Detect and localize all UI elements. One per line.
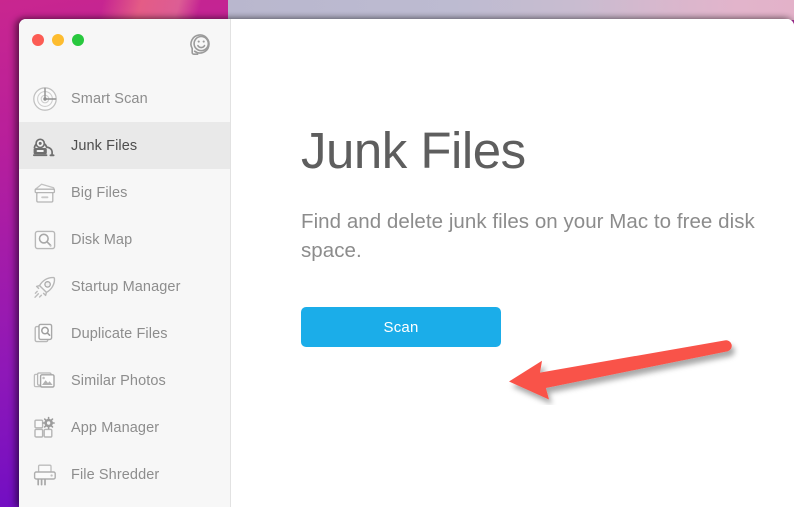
sidebar-item-similar-photos[interactable]: Similar Photos: [19, 357, 230, 404]
sidebar-item-label: Junk Files: [71, 137, 138, 154]
sidebar-item-label: Duplicate Files: [71, 325, 168, 342]
radar-scan-icon: [30, 84, 60, 114]
sidebar-item-big-files[interactable]: Big Files: [19, 169, 230, 216]
disk-magnifier-icon: [30, 225, 60, 255]
photos-stack-icon: [30, 366, 60, 396]
rocket-icon: [30, 272, 60, 302]
sidebar-item-label: Similar Photos: [71, 372, 166, 389]
window-titlebar: [19, 19, 230, 71]
sidebar-item-label: File Shredder: [71, 466, 160, 483]
sidebar-item-junk-files[interactable]: Junk Files: [19, 122, 230, 169]
sidebar-item-label: Smart Scan: [71, 90, 148, 107]
app-window: Smart Scan Junk Files Big Files Disk Map…: [19, 19, 794, 507]
sidebar-item-label: Disk Map: [71, 231, 133, 248]
shredder-icon: [30, 460, 60, 490]
storage-bin-icon: [30, 178, 60, 208]
sidebar-item-app-manager[interactable]: App Manager: [19, 404, 230, 451]
sidebar-item-duplicate-files[interactable]: Duplicate Files: [19, 310, 230, 357]
zoom-button[interactable]: [72, 34, 84, 46]
sidebar: Smart Scan Junk Files Big Files Disk Map…: [19, 19, 231, 507]
sidebar-item-label: Startup Manager: [71, 278, 181, 295]
sidebar-nav: Smart Scan Junk Files Big Files Disk Map…: [19, 75, 230, 498]
sidebar-item-disk-map[interactable]: Disk Map: [19, 216, 230, 263]
sidebar-item-file-shredder[interactable]: File Shredder: [19, 451, 230, 498]
desktop-top-strip: [228, 0, 794, 20]
documents-search-icon: [30, 319, 60, 349]
sidebar-item-label: Big Files: [71, 184, 128, 201]
page-description: Find and delete junk files on your Mac t…: [301, 210, 755, 263]
traffic-light-buttons: [32, 34, 84, 46]
main-content: Junk Files Find and delete junk files on…: [231, 19, 794, 507]
app-grid-gear-icon: [30, 413, 60, 443]
sidebar-item-startup-manager[interactable]: Startup Manager: [19, 263, 230, 310]
close-button[interactable]: [32, 34, 44, 46]
minimize-button[interactable]: [52, 34, 64, 46]
vacuum-cleaner-icon: [30, 131, 60, 161]
page-title: Junk Files: [301, 122, 526, 179]
sidebar-item-smart-scan[interactable]: Smart Scan: [19, 75, 230, 122]
scan-button[interactable]: Scan: [301, 307, 501, 348]
support-smiley-icon[interactable]: [188, 32, 213, 57]
sidebar-item-label: App Manager: [71, 419, 160, 436]
